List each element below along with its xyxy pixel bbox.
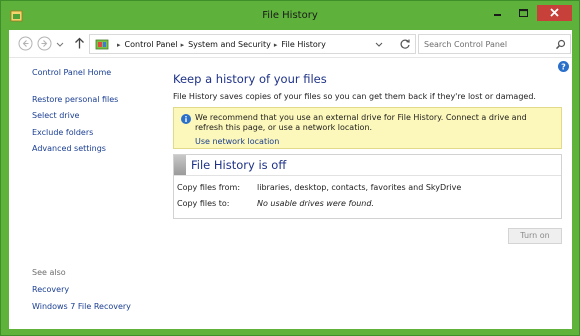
search-icon[interactable] xyxy=(555,39,566,50)
navigation-bar: ▸ Control Panel ▸ System and Security ▸ File … xyxy=(9,30,572,58)
sidebar-item-control-panel-home[interactable]: Control Panel Home xyxy=(32,68,111,77)
sidebar-item-select-drive[interactable]: Select drive xyxy=(32,111,79,120)
copy-from-value: libraries, desktop, contacts, favorites … xyxy=(257,183,462,192)
notice-message: We recommend that you use an external dr… xyxy=(195,113,527,132)
copy-to-value: No usable drives were found. xyxy=(257,199,374,208)
address-dropdown-chevron-icon[interactable] xyxy=(372,37,386,51)
breadcrumb-control-panel[interactable]: Control Panel xyxy=(125,40,178,49)
svg-text:?: ? xyxy=(561,63,566,72)
sidebar-item-recovery[interactable]: Recovery xyxy=(32,285,69,294)
maximize-button[interactable] xyxy=(511,5,536,21)
sidebar-item-advanced-settings[interactable]: Advanced settings xyxy=(32,144,106,153)
page-description: File History saves copies of your files … xyxy=(173,92,536,101)
breadcrumb-separator-icon[interactable]: ▸ xyxy=(274,41,278,49)
refresh-icon[interactable] xyxy=(398,37,412,51)
breadcrumb-file-history[interactable]: File History xyxy=(281,40,325,49)
address-bar[interactable]: ▸ Control Panel ▸ System and Security ▸ File … xyxy=(89,34,416,54)
status-panel: File History is off Copy files from: lib… xyxy=(173,154,562,219)
breadcrumb: ▸ Control Panel ▸ System and Security ▸ File … xyxy=(114,40,326,49)
see-also-label: See also xyxy=(32,268,66,277)
info-icon xyxy=(181,114,191,124)
use-network-location-link[interactable]: Use network location xyxy=(195,137,279,146)
close-button[interactable] xyxy=(537,5,572,21)
forward-button[interactable] xyxy=(37,36,52,51)
sidebar-item-exclude-folders[interactable]: Exclude folders xyxy=(32,128,93,137)
status-title: File History is off xyxy=(191,158,287,172)
back-button[interactable] xyxy=(18,36,33,51)
control-panel-icon xyxy=(95,39,109,50)
help-icon[interactable]: ? xyxy=(558,61,569,72)
page-title: Keep a history of your files xyxy=(173,72,327,86)
search-input[interactable]: Search Control Panel xyxy=(418,34,571,54)
sidebar-item-windows-7-file-recovery[interactable]: Windows 7 File Recovery xyxy=(32,302,131,311)
sidebar: Control Panel Home Restore personal file… xyxy=(9,58,163,329)
sidebar-item-restore-personal-files[interactable]: Restore personal files xyxy=(32,95,118,104)
recommendation-notice: We recommend that you use an external dr… xyxy=(173,107,562,149)
minimize-button[interactable] xyxy=(485,5,510,21)
search-placeholder: Search Control Panel xyxy=(424,40,508,49)
status-indicator xyxy=(174,155,186,175)
file-history-window: File History ▸ Control Panel ▸ System an… xyxy=(0,0,580,336)
breadcrumb-separator-icon[interactable]: ▸ xyxy=(181,41,185,49)
main-content: Control Panel Home Restore personal file… xyxy=(9,58,572,329)
copy-to-label: Copy files to: xyxy=(177,199,230,208)
turn-on-button[interactable]: Turn on xyxy=(508,228,562,244)
breadcrumb-separator-icon: ▸ xyxy=(117,41,121,49)
recent-locations-chevron-icon[interactable] xyxy=(55,37,65,52)
breadcrumb-system-and-security[interactable]: System and Security xyxy=(188,40,271,49)
title-bar[interactable]: File History xyxy=(1,1,579,30)
divider xyxy=(174,175,561,176)
copy-from-label: Copy files from: xyxy=(177,183,241,192)
up-button[interactable] xyxy=(72,36,87,51)
